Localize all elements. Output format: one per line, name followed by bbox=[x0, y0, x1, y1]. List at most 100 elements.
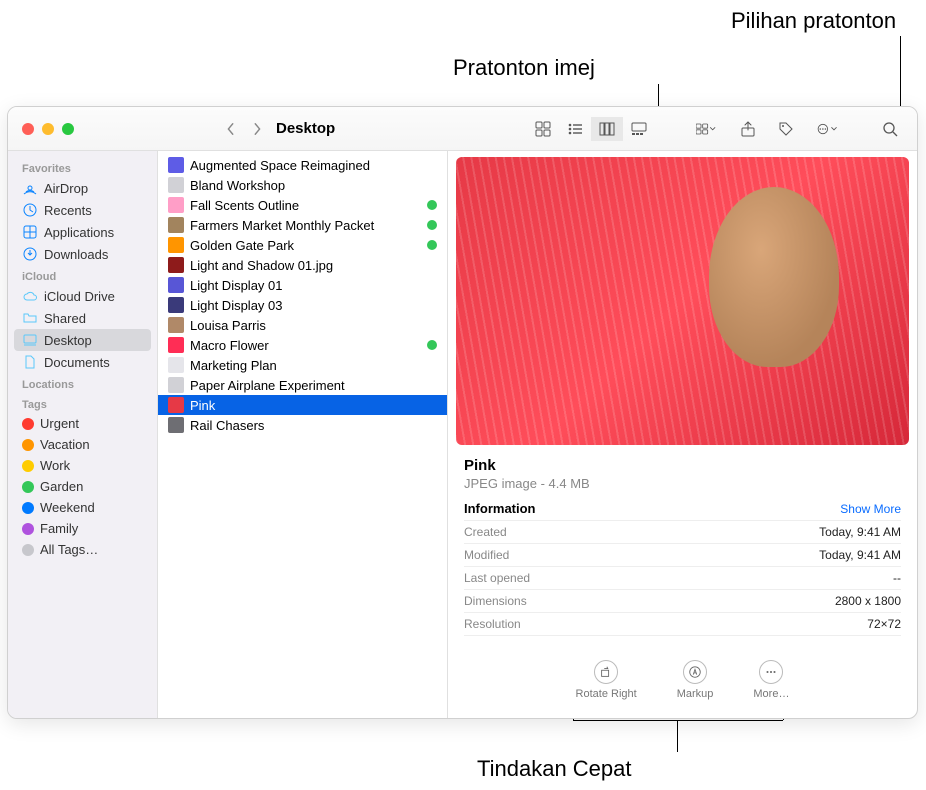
share-button[interactable] bbox=[733, 117, 763, 141]
sidebar-item-applications[interactable]: Applications bbox=[8, 221, 157, 243]
action-button[interactable] bbox=[809, 117, 847, 141]
preview-image bbox=[456, 157, 909, 445]
sidebar-tag-item[interactable]: Urgent bbox=[8, 413, 157, 434]
file-row[interactable]: Farmers Market Monthly Packet bbox=[158, 215, 447, 235]
info-value: 2800 x 1800 bbox=[835, 594, 901, 608]
cloud-icon bbox=[22, 288, 38, 304]
tag-color-icon bbox=[22, 523, 34, 535]
tag-color-icon bbox=[22, 460, 34, 472]
sidebar-item-airdrop[interactable]: AirDrop bbox=[8, 177, 157, 199]
file-name: Rail Chasers bbox=[190, 418, 264, 433]
info-key: Resolution bbox=[464, 617, 521, 631]
preview-metadata: Pink JPEG image - 4.4 MB Information Sho… bbox=[448, 453, 917, 640]
view-gallery-button[interactable] bbox=[623, 117, 655, 141]
file-thumbnail-icon bbox=[168, 157, 184, 173]
sidebar-item-label: iCloud Drive bbox=[44, 289, 115, 304]
minimize-button[interactable] bbox=[42, 123, 54, 135]
file-row[interactable]: Bland Workshop bbox=[158, 175, 447, 195]
doc-icon bbox=[22, 354, 38, 370]
file-row[interactable]: Golden Gate Park bbox=[158, 235, 447, 255]
file-name: Light and Shadow 01.jpg bbox=[190, 258, 333, 273]
sidebar-item-downloads[interactable]: Downloads bbox=[8, 243, 157, 265]
sidebar-item-documents[interactable]: Documents bbox=[8, 351, 157, 373]
sidebar-tag-item[interactable]: Garden bbox=[8, 476, 157, 497]
sidebar-item-label: Vacation bbox=[40, 437, 90, 452]
tag-color-icon bbox=[22, 418, 34, 430]
sidebar-item-label: Shared bbox=[44, 311, 86, 326]
preview-filename: Pink bbox=[464, 457, 901, 474]
titlebar: Desktop bbox=[8, 107, 917, 151]
forward-button[interactable] bbox=[250, 122, 264, 136]
info-table: CreatedToday, 9:41 AMModifiedToday, 9:41… bbox=[464, 520, 901, 636]
info-row: CreatedToday, 9:41 AM bbox=[464, 521, 901, 544]
file-row[interactable]: Marketing Plan bbox=[158, 355, 447, 375]
toolbar bbox=[527, 117, 917, 141]
quick-action-markup[interactable]: Markup bbox=[677, 660, 714, 700]
info-key: Dimensions bbox=[464, 594, 527, 608]
quick-action-more[interactable]: More… bbox=[753, 660, 789, 700]
more-icon bbox=[759, 660, 783, 684]
back-button[interactable] bbox=[224, 122, 238, 136]
file-thumbnail-icon bbox=[168, 317, 184, 333]
file-row[interactable]: Fall Scents Outline bbox=[158, 195, 447, 215]
file-thumbnail-icon bbox=[168, 257, 184, 273]
file-row[interactable]: Macro Flower bbox=[158, 335, 447, 355]
preview-filetype: JPEG image - 4.4 MB bbox=[464, 476, 901, 491]
sidebar-tag-item[interactable]: Vacation bbox=[8, 434, 157, 455]
search-button[interactable] bbox=[875, 117, 905, 141]
file-thumbnail-icon bbox=[168, 417, 184, 433]
folder-icon bbox=[22, 310, 38, 326]
download-icon bbox=[22, 246, 38, 262]
view-list-button[interactable] bbox=[559, 117, 591, 141]
group-button[interactable] bbox=[687, 117, 725, 141]
file-row[interactable]: Light Display 03 bbox=[158, 295, 447, 315]
file-name: Golden Gate Park bbox=[190, 238, 294, 253]
tags-button[interactable] bbox=[771, 117, 801, 141]
file-thumbnail-icon bbox=[168, 197, 184, 213]
sidebar-item-desktop[interactable]: Desktop bbox=[14, 329, 151, 351]
zoom-button[interactable] bbox=[62, 123, 74, 135]
quick-action-label: More… bbox=[753, 688, 789, 700]
file-row[interactable]: Rail Chasers bbox=[158, 415, 447, 435]
file-name: Light Display 03 bbox=[190, 298, 283, 313]
tag-dot-icon bbox=[427, 220, 437, 230]
file-row[interactable]: Pink bbox=[158, 395, 447, 415]
nav-buttons bbox=[224, 122, 264, 136]
sidebar-item-icloud-drive[interactable]: iCloud Drive bbox=[8, 285, 157, 307]
sidebar-item-shared[interactable]: Shared bbox=[8, 307, 157, 329]
file-row[interactable]: Louisa Parris bbox=[158, 315, 447, 335]
sidebar-item-label: Applications bbox=[44, 225, 114, 240]
apps-icon bbox=[22, 224, 38, 240]
file-name: Pink bbox=[190, 398, 215, 413]
file-thumbnail-icon bbox=[168, 357, 184, 373]
sidebar-tag-item[interactable]: Family bbox=[8, 518, 157, 539]
file-column: Augmented Space ReimaginedBland Workshop… bbox=[158, 151, 448, 718]
preview-pane: Pink JPEG image - 4.4 MB Information Sho… bbox=[448, 151, 917, 718]
file-thumbnail-icon bbox=[168, 217, 184, 233]
file-name: Louisa Parris bbox=[190, 318, 266, 333]
sidebar-item-label: Recents bbox=[44, 203, 92, 218]
sidebar-heading-icloud: iCloud bbox=[8, 265, 157, 285]
info-heading: Information bbox=[464, 501, 536, 516]
info-row: ModifiedToday, 9:41 AM bbox=[464, 544, 901, 567]
close-button[interactable] bbox=[22, 123, 34, 135]
show-more-link[interactable]: Show More bbox=[840, 502, 901, 516]
view-column-button[interactable] bbox=[591, 117, 623, 141]
info-value: Today, 9:41 AM bbox=[819, 548, 901, 562]
info-value: -- bbox=[893, 571, 901, 585]
sidebar-tag-item[interactable]: All Tags… bbox=[8, 539, 157, 560]
view-switcher bbox=[527, 117, 655, 141]
sidebar-heading-locations: Locations bbox=[8, 373, 157, 393]
sidebar-tag-item[interactable]: Work bbox=[8, 455, 157, 476]
file-row[interactable]: Paper Airplane Experiment bbox=[158, 375, 447, 395]
sidebar-item-label: AirDrop bbox=[44, 181, 88, 196]
file-row[interactable]: Augmented Space Reimagined bbox=[158, 155, 447, 175]
view-icon-button[interactable] bbox=[527, 117, 559, 141]
callout-preview-image: Pratonton imej bbox=[453, 55, 595, 81]
file-row[interactable]: Light and Shadow 01.jpg bbox=[158, 255, 447, 275]
quick-action-rotate[interactable]: Rotate Right bbox=[576, 660, 637, 700]
sidebar-item-recents[interactable]: Recents bbox=[8, 199, 157, 221]
sidebar-tag-item[interactable]: Weekend bbox=[8, 497, 157, 518]
file-row[interactable]: Light Display 01 bbox=[158, 275, 447, 295]
info-key: Created bbox=[464, 525, 507, 539]
